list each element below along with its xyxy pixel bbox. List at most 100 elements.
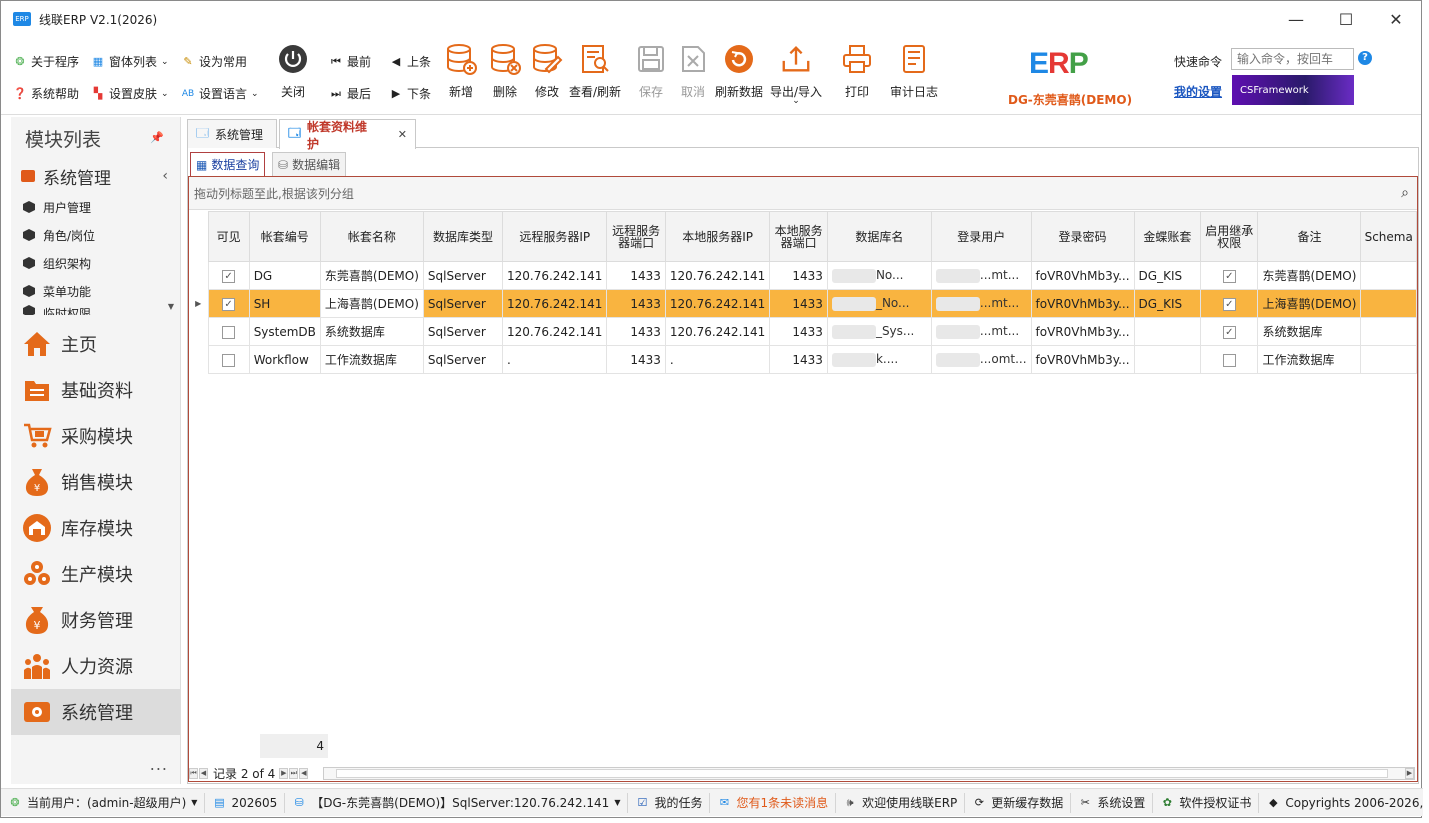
nav-item-menu[interactable]: 菜单功能 (11, 277, 180, 305)
col-header-code[interactable]: 帐套编号 (248, 211, 321, 262)
status-database[interactable]: ⛁ 【DG-东莞喜鹊(DEMO)】SqlServer:120.76.242.141… (285, 792, 629, 813)
cell-remote-port[interactable]: 1433 (606, 317, 666, 346)
col-header-inherit[interactable]: 启用继承权限 (1200, 211, 1259, 262)
checkbox[interactable]: ✓ (1222, 269, 1236, 283)
close-button[interactable]: ✕ (1371, 1, 1421, 37)
cell-kis[interactable]: DG_KIS (1133, 261, 1202, 290)
export-import-button[interactable]: 导出/导入 ⌄ (770, 43, 822, 106)
skin-button[interactable]: ▚ 设置皮肤 ⌄ (91, 85, 169, 102)
col-header-dbtype[interactable]: 数据库类型 (422, 211, 503, 262)
cell-local-ip[interactable]: 120.76.242.141 (664, 317, 771, 346)
col-header-name[interactable]: 帐套名称 (319, 211, 424, 262)
col-header-user[interactable]: 登录用户 (930, 211, 1032, 262)
col-header-remote-port[interactable]: 远程服务器端口 (606, 211, 666, 262)
scrollbar-thumb[interactable] (336, 769, 1388, 778)
cell-remark[interactable]: 系统数据库 (1257, 317, 1362, 346)
cell-remote-ip[interactable]: 120.76.242.141 (501, 261, 608, 290)
horizontal-scrollbar[interactable] (323, 767, 1415, 780)
last-record-button[interactable]: ⏭ 最后 (329, 85, 371, 102)
cell-remote-ip[interactable]: 120.76.242.141 (501, 289, 608, 318)
save-button[interactable]: 保存 (635, 43, 667, 100)
cell-remote-ip[interactable]: . (501, 345, 608, 374)
status-license[interactable]: ✿ 软件授权证书 (1153, 792, 1260, 813)
print-button[interactable]: 打印 (841, 43, 873, 100)
cell-inherit[interactable]: ✓ (1200, 261, 1259, 290)
pin-icon[interactable]: 📌 (150, 131, 164, 144)
col-header-kis[interactable]: 金蝶账套 (1133, 211, 1202, 262)
language-button[interactable]: AB 设置语言 ⌄ (181, 85, 259, 102)
cell-user[interactable]: ...omt... (930, 345, 1032, 374)
cell-remote-port[interactable]: 1433 (606, 345, 666, 374)
cell-visible[interactable] (207, 345, 250, 374)
module-inventory[interactable]: 库存模块 (11, 505, 180, 551)
maximize-button[interactable]: ☐ (1321, 1, 1371, 37)
my-settings-link[interactable]: 我的设置 (1174, 83, 1222, 100)
scroll-right-icon[interactable]: ▶ (1405, 767, 1414, 779)
nav-last-icon[interactable]: ⏭ (289, 767, 299, 779)
cell-dbtype[interactable]: SqlServer (422, 317, 503, 346)
cell-code[interactable]: SystemDB (248, 317, 321, 346)
cell-local-port[interactable]: 1433 (769, 345, 828, 374)
table-row[interactable]: ✓ DG 东莞喜鹊(DEMO) SqlServer 120.76.242.141 1433… (189, 261, 1417, 290)
cell-local-port[interactable]: 1433 (769, 289, 828, 318)
checkbox[interactable]: ✓ (222, 269, 236, 283)
cell-dbtype[interactable]: SqlServer (422, 289, 503, 318)
cell-remote-port[interactable]: 1433 (606, 289, 666, 318)
cell-name[interactable]: 上海喜鹊(DEMO) (319, 289, 424, 318)
cell-code[interactable]: Workflow (248, 345, 321, 374)
module-sales[interactable]: ¥ 销售模块 (11, 459, 180, 505)
cell-password[interactable]: foVR0VhMb3y... (1030, 261, 1135, 290)
more-icon[interactable]: ... (150, 755, 168, 774)
close-tab-icon[interactable]: ✕ (398, 128, 407, 141)
col-header-password[interactable]: 登录密码 (1030, 211, 1135, 262)
about-button[interactable]: ❂ 关于程序 (13, 53, 79, 70)
cell-code[interactable]: SH (248, 289, 321, 318)
group-system-management[interactable]: 系统管理 ‹ (11, 159, 180, 193)
group-by-panel[interactable]: 拖动列标题至此,根据该列分组 ⌕ (189, 177, 1417, 210)
status-system-settings[interactable]: ✂ 系统设置 (1071, 792, 1154, 813)
window-list-button[interactable]: ▦ 窗体列表 ⌄ (91, 53, 169, 70)
cell-schema[interactable] (1360, 289, 1417, 318)
cell-dbname[interactable]: _No... (826, 289, 932, 318)
cell-dbname[interactable]: No... (826, 261, 932, 290)
checkbox[interactable]: ✓ (1222, 325, 1236, 339)
table-row[interactable]: Workflow 工作流数据库 SqlServer. 1433. 1433 k......… (189, 345, 1417, 374)
tab-account-maintenance[interactable]: 🗔 帐套资料维护 ✕ (279, 119, 416, 151)
cell-schema[interactable] (1360, 345, 1417, 374)
cell-dbname[interactable]: _Sys... (826, 317, 932, 346)
col-header-visible[interactable]: 可见 (207, 211, 250, 262)
scroll-left-icon[interactable]: ◀ (299, 767, 309, 779)
module-home[interactable]: 主页 (11, 321, 180, 367)
checkbox[interactable] (222, 325, 236, 339)
edit-button[interactable]: 修改 (531, 43, 563, 100)
cell-schema[interactable] (1360, 317, 1417, 346)
cell-name[interactable]: 系统数据库 (319, 317, 424, 346)
scroll-down-icon[interactable]: ▼ (168, 302, 174, 311)
status-messages[interactable]: ✉ 您有1条未读消息 (710, 792, 837, 813)
cell-kis[interactable]: DG_KIS (1133, 289, 1202, 318)
system-help-button[interactable]: ❓ 系统帮助 (13, 85, 79, 102)
nav-item-org[interactable]: 组织架构 (11, 249, 180, 277)
status-my-tasks[interactable]: ☑ 我的任务 (628, 792, 711, 813)
set-favorite-button[interactable]: ✎ 设为常用 (181, 53, 247, 70)
col-header-remote-ip[interactable]: 远程服务器IP (501, 211, 608, 262)
nav-item-temp-permission[interactable]: 临时权限 (11, 305, 180, 315)
tab-system-management[interactable]: 🗔 系统管理 (187, 119, 277, 148)
cancel-button[interactable]: 取消 (677, 43, 709, 100)
add-button[interactable]: 新增 (445, 43, 477, 100)
nav-prev-icon[interactable]: ◀ (199, 767, 208, 779)
cell-user[interactable]: ...mt... (930, 289, 1032, 318)
cell-local-port[interactable]: 1433 (769, 261, 828, 290)
tab-data-query[interactable]: ▦ 数据查询 (190, 152, 266, 176)
col-header-local-port[interactable]: 本地服务器端口 (769, 211, 828, 262)
question-icon[interactable]: ? (1358, 51, 1372, 65)
cell-local-ip[interactable]: 120.76.242.141 (664, 289, 771, 318)
nav-item-user-management[interactable]: 用户管理 (11, 193, 180, 221)
checkbox[interactable] (222, 353, 236, 367)
module-purchase[interactable]: 采购模块 (11, 413, 180, 459)
col-header-dbname[interactable]: 数据库名 (826, 211, 932, 262)
cell-remark[interactable]: 东莞喜鹊(DEMO) (1257, 261, 1362, 290)
module-system[interactable]: 系统管理 (11, 689, 180, 735)
view-refresh-button[interactable]: 查看/刷新 (569, 43, 621, 100)
cell-visible[interactable]: ✓ (207, 289, 250, 318)
